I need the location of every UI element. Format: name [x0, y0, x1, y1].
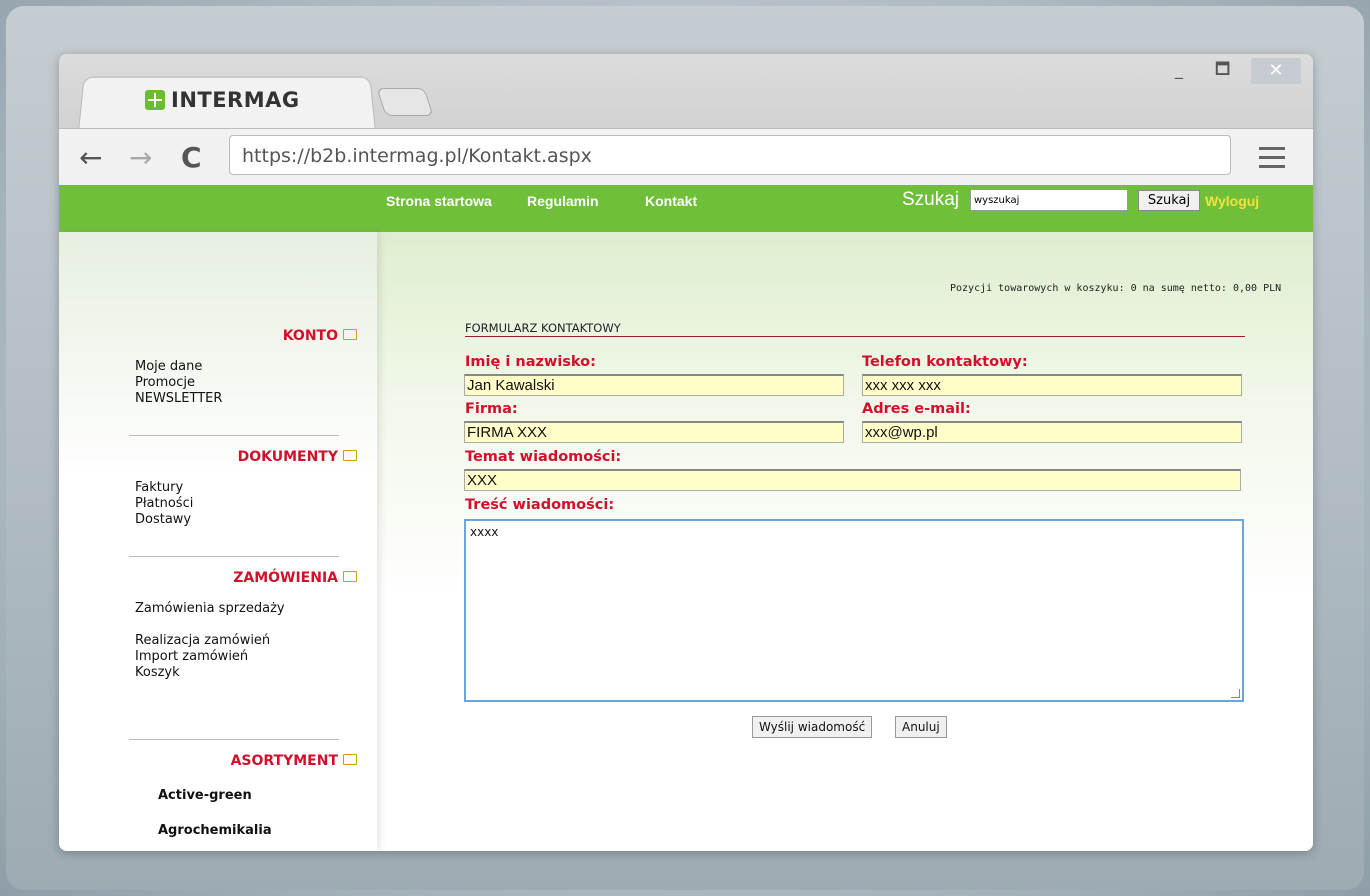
form-title: FORMULARZ KONTAKTOWY [465, 321, 621, 335]
sidebar-link-order-fulfillment[interactable]: Realizacja zamówień [135, 633, 270, 649]
tab-title[interactable]: INTERMAG [145, 88, 300, 112]
resize-handle-icon[interactable] [1231, 689, 1240, 698]
forward-arrow-icon[interactable]: → [129, 141, 152, 174]
name-field[interactable] [464, 374, 844, 396]
nav-link-home[interactable]: Strona startowa [386, 193, 492, 209]
sidebar-link-invoices[interactable]: Faktury [135, 480, 183, 496]
nav-link-contact[interactable]: Kontakt [645, 193, 697, 209]
logout-link[interactable]: Wyloguj [1205, 193, 1259, 209]
folder-icon [343, 329, 357, 340]
message-textarea[interactable]: xxxx [464, 519, 1244, 702]
search-input[interactable] [970, 189, 1128, 211]
message-text: xxxx [470, 525, 499, 539]
sidebar-section-title[interactable]: DOKUMENTY [59, 449, 357, 465]
send-message-button[interactable]: Wyślij wiadomość [752, 716, 873, 738]
back-arrow-icon[interactable]: ← [79, 141, 102, 174]
cancel-button[interactable]: Anuluj [895, 716, 947, 738]
folder-icon [343, 571, 357, 582]
sidebar-link-payments[interactable]: Płatności [135, 496, 193, 512]
sidebar-link-deliveries[interactable]: Dostawy [135, 512, 191, 528]
search-label: Szukaj [902, 189, 960, 210]
form-title-divider [465, 336, 1245, 337]
subject-label: Temat wiadomości: [465, 449, 622, 465]
cart-info: Pozycji towarowych w koszyku: 0 na sumę … [950, 283, 1282, 294]
close-icon[interactable]: ✕ [1251, 58, 1301, 84]
sidebar-link-my-data[interactable]: Moje dane [135, 359, 202, 375]
subject-field[interactable] [464, 469, 1241, 491]
sidebar-divider [129, 435, 339, 436]
sidebar-link-active-green[interactable]: Active-green [158, 788, 252, 803]
message-label: Treść wiadomości: [465, 497, 615, 513]
nav-link-terms[interactable]: Regulamin [527, 193, 599, 209]
new-tab-button[interactable] [376, 88, 434, 116]
minimize-icon[interactable]: _ [1175, 60, 1183, 79]
sidebar-section-title[interactable]: ZAMÓWIENIA [59, 570, 357, 586]
sidebar-link-sales-orders[interactable]: Zamówienia sprzedaży [135, 601, 285, 617]
company-label: Firma: [465, 401, 518, 417]
site-nav-bar: Strona startowa Regulamin Kontakt Szukaj… [59, 185, 1313, 232]
reload-icon[interactable]: C [181, 141, 202, 174]
email-label: Adres e-mail: [862, 401, 971, 417]
folder-icon [343, 450, 357, 461]
sidebar-link-agrochemicals[interactable]: Agrochemikalia [158, 823, 272, 838]
phone-label: Telefon kontaktowy: [862, 354, 1028, 370]
sidebar-link-newsletter[interactable]: NEWSLETTER [135, 391, 222, 407]
page-content: KONTO Moje dane Promocje NEWSLETTER DOKU… [59, 232, 1313, 851]
hamburger-menu-icon[interactable] [1259, 147, 1285, 174]
intermag-logo-icon [145, 90, 165, 110]
maximize-icon[interactable]: 🗖 [1215, 58, 1230, 85]
sidebar-link-order-import[interactable]: Import zamówień [135, 649, 248, 665]
sidebar-link-promotions[interactable]: Promocje [135, 375, 195, 391]
name-label: Imię i nazwisko: [465, 354, 596, 370]
company-field[interactable] [464, 421, 844, 443]
phone-field[interactable] [862, 374, 1242, 396]
sidebar-section-title[interactable]: KONTO [59, 328, 357, 344]
sidebar-link-cart[interactable]: Koszyk [135, 665, 180, 681]
sidebar: KONTO Moje dane Promocje NEWSLETTER DOKU… [59, 232, 377, 851]
browser-window: INTERMAG _ 🗖 ✕ ← → C https://b2b.interma… [59, 54, 1313, 851]
browser-toolbar: ← → C https://b2b.intermag.pl/Kontakt.as… [59, 128, 1313, 186]
sidebar-divider [129, 556, 339, 557]
tab-logo-text: INTERMAG [171, 88, 300, 112]
sidebar-divider [129, 739, 339, 740]
tab-strip: INTERMAG _ 🗖 ✕ [59, 54, 1313, 130]
email-field[interactable] [862, 421, 1242, 443]
search-button[interactable]: Szukaj [1138, 190, 1200, 211]
address-bar[interactable]: https://b2b.intermag.pl/Kontakt.aspx [229, 135, 1231, 175]
folder-icon [343, 754, 357, 765]
sidebar-section-title[interactable]: ASORTYMENT [59, 753, 357, 769]
